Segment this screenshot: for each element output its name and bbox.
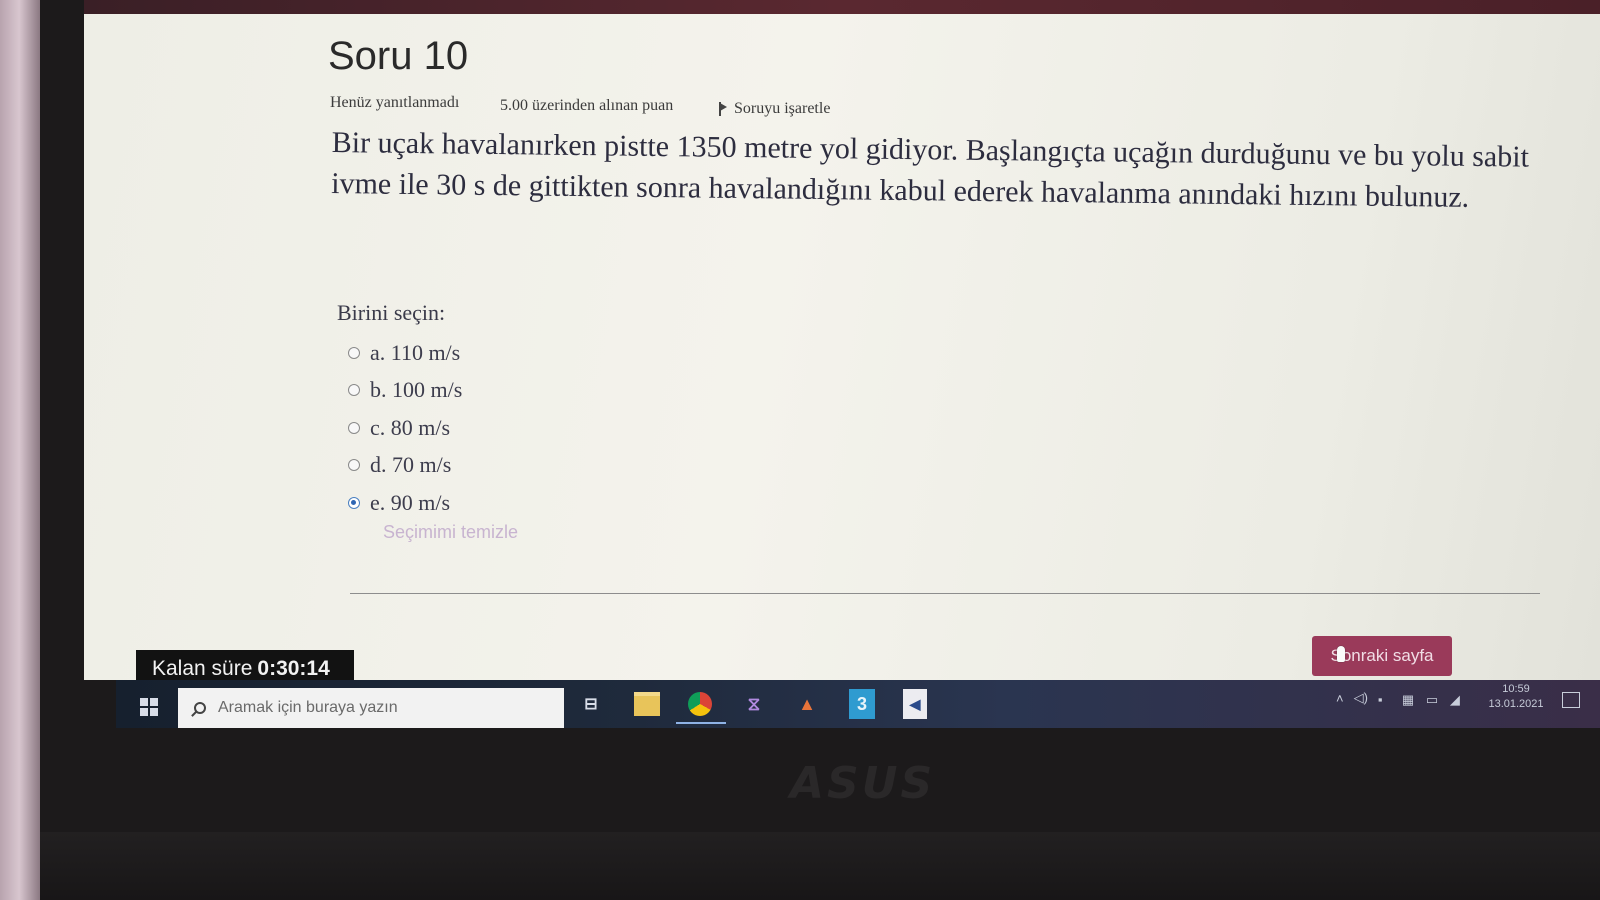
option-label: b. 100 m/s [370,377,463,403]
question-text: Bir uçak havalanırken pistte 1350 metre … [331,125,1530,214]
chevron-up-icon[interactable]: ˄ [1336,691,1344,706]
active-app-indicator [676,722,726,724]
option-label: d. 70 m/s [370,452,452,478]
answer-options: a. 110 m/s b. 100 m/s c. 80 m/s d. 70 m/… [348,334,462,522]
windows-start-button[interactable] [140,698,158,716]
windows-logo-icon [140,698,148,706]
next-page-button[interactable]: Sonraki sayfa [1312,636,1452,676]
divider [350,593,1540,594]
taskbar-search-box[interactable]: Aramak için buraya yazın [178,688,564,728]
clock-time: 10:59 [1502,683,1530,695]
flag-question-link[interactable]: Soruyu işaretle [718,100,830,118]
volume-icon[interactable]: ◁) [1354,690,1368,706]
question-status: Henüz yanıtlanmadı [330,94,460,111]
option-c[interactable]: c. 80 m/s [348,409,462,447]
flag-icon [718,102,728,116]
matlab-icon[interactable]: ▲ [790,689,824,719]
laptop-brand-logo: ASUS [790,758,936,809]
quiz-page: Soru 10 Henüz yanıtlanmadı 5.00 üzerinde… [84,14,1600,680]
chrome-icon[interactable] [683,689,717,719]
system-clock[interactable]: 10:59 13.01.2021 [1486,682,1546,712]
option-e[interactable]: e. 90 m/s [348,484,462,522]
clock-date: 13.01.2021 [1488,698,1544,710]
clear-selection-link[interactable]: Seçimimi temizle [383,522,518,543]
radio-option-e[interactable] [348,496,360,509]
keyboard-icon[interactable]: ▦ [1402,692,1416,707]
visual-studio-icon[interactable]: ⧖ [737,689,771,719]
option-a[interactable]: a. 110 m/s [348,334,462,372]
network-icon[interactable]: ◢ [1450,692,1464,707]
app-3-icon[interactable]: 3 [849,689,875,719]
usb-icon[interactable]: ▪ [1378,692,1392,707]
battery-icon[interactable]: ▭ [1426,692,1440,707]
system-tray: ˄ ◁) ▪ ▦ ▭ ◢ [1336,690,1464,707]
option-b[interactable]: b. 100 m/s [348,372,462,410]
other-app-icon[interactable]: ◀ [903,689,927,719]
timer-value: 0:30:14 [257,657,330,680]
timer-label: Kalan süre [152,657,253,680]
answer-prompt: Birini seçin: [337,300,446,325]
option-label: c. 80 m/s [370,414,451,440]
option-d[interactable]: d. 70 m/s [348,447,462,485]
laptop-bottom-bezel [40,832,1600,900]
mouse-cursor [1337,646,1347,662]
radio-option-b[interactable] [348,384,360,397]
radio-option-a[interactable] [348,346,360,359]
option-label: a. 110 m/s [370,339,461,365]
search-icon [194,702,206,714]
question-points: 5.00 üzerinden alınan puan [500,97,674,114]
radio-option-d[interactable] [348,459,360,472]
question-title: Soru 10 [328,34,469,78]
file-explorer-icon[interactable] [630,689,664,719]
task-view-icon[interactable]: ⊟ [574,689,608,719]
notification-icon[interactable] [1562,692,1580,708]
radio-option-c[interactable] [348,421,360,434]
flag-question-label: Soruyu işaretle [734,100,831,117]
option-label: e. 90 m/s [370,489,451,515]
search-placeholder: Aramak için buraya yazın [218,699,398,716]
